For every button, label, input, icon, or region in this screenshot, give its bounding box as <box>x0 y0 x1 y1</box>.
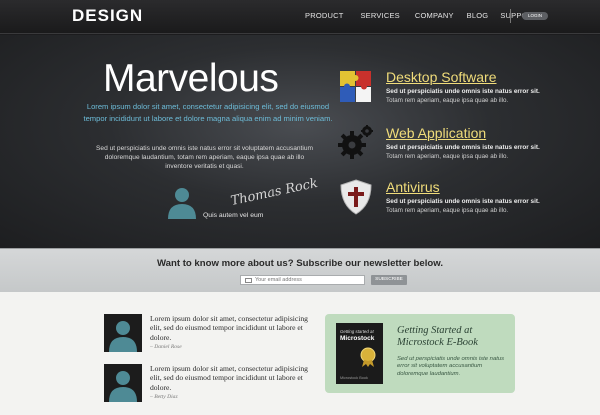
cover-footer: Microstock Book <box>340 376 368 380</box>
ebook-cover[interactable]: Getting started at Microstock Microstock… <box>336 323 383 384</box>
feature-line: Sed ut perspiciatis unde omnis iste natu… <box>386 144 540 151</box>
top-bar: DESIGN PRODUCT SERVICES COMPANY BLOG SUP… <box>0 0 600 34</box>
newsletter-section: Want to know more about us? Subscribe ou… <box>0 248 600 292</box>
author-signature: Thomas Rock <box>229 175 320 210</box>
shield-icon <box>340 179 372 215</box>
testimonial-author: – Daniel Rose <box>150 343 182 350</box>
testimonial-quote: Lorem ipsum dolor sit amet, consectetur … <box>150 364 308 392</box>
author-caption: Quis autem vel eum <box>203 212 264 219</box>
hero-lead-text: Lorem ipsum dolor sit amet, consectetur … <box>83 102 333 123</box>
hero-title: Marvelous <box>103 57 279 100</box>
testimonial-quote: Lorem ipsum dolor sit amet, consectetur … <box>150 314 308 342</box>
award-seal-icon <box>360 347 376 367</box>
feature-line: Sed ut perspiciatis unde omnis iste natu… <box>386 198 540 205</box>
avatar-icon <box>104 314 142 352</box>
bottom-section: Lorem ipsum dolor sit amet, consectetur … <box>0 292 600 415</box>
newsletter-title: Want to know more about us? Subscribe ou… <box>156 258 444 269</box>
login-button[interactable]: LOGIN <box>522 12 548 20</box>
feature-line: Sed ut perspiciatis unde omnis iste natu… <box>386 88 540 95</box>
feature-line: Totam rem aperiam, eaque ipsa quae ab il… <box>386 153 509 160</box>
cover-title: Microstock <box>340 335 375 342</box>
hero-body-text: Sed ut perspiciatis unde omnis iste natu… <box>96 145 313 170</box>
avatar-icon <box>104 364 142 402</box>
email-field[interactable] <box>240 275 365 285</box>
ebook-promo[interactable]: Getting started at Microstock Microstock… <box>325 314 515 393</box>
testimonial-author: – Betty Diaz <box>150 393 178 400</box>
cover-subtitle: Getting started at <box>340 329 374 334</box>
logo[interactable]: DESIGN <box>72 6 143 26</box>
testimonial-text: Lorem ipsum dolor sit amet, consectetur … <box>150 364 310 402</box>
feature-line: Totam rem aperiam, eaque ipsa quae ab il… <box>386 207 509 214</box>
hero-section: Marvelous Lorem ipsum dolor sit amet, co… <box>0 35 600 248</box>
email-input[interactable] <box>255 276 360 284</box>
ebook-title[interactable]: Getting Started at Microstock E-Book <box>397 325 507 349</box>
feature-title[interactable]: Web Application <box>386 125 486 141</box>
subscribe-button[interactable]: SUBSCRIBE <box>371 275 407 285</box>
mail-icon <box>245 277 252 283</box>
feature-line: Totam rem aperiam, eaque ipsa quae ab il… <box>386 97 509 104</box>
nav-item-product[interactable]: PRODUCT <box>305 11 343 20</box>
feature-title[interactable]: Antivirus <box>386 179 440 195</box>
nav-divider <box>510 9 511 23</box>
nav-item-blog[interactable]: BLOG <box>467 11 489 20</box>
nav-item-company[interactable]: COMPANY <box>415 11 454 20</box>
nav-item-services[interactable]: SERVICES <box>360 11 399 20</box>
testimonial-text: Lorem ipsum dolor sit amet, consectetur … <box>150 314 310 352</box>
puzzle-icon <box>340 71 371 102</box>
ebook-description: Sed ut perspiciatis unde omnis iste natu… <box>397 356 505 377</box>
gears-icon <box>338 125 373 159</box>
main-nav: PRODUCT SERVICES COMPANY BLOG SUPPORT <box>305 11 538 20</box>
author-avatar-icon <box>168 188 196 219</box>
feature-title[interactable]: Desktop Software <box>386 69 497 85</box>
